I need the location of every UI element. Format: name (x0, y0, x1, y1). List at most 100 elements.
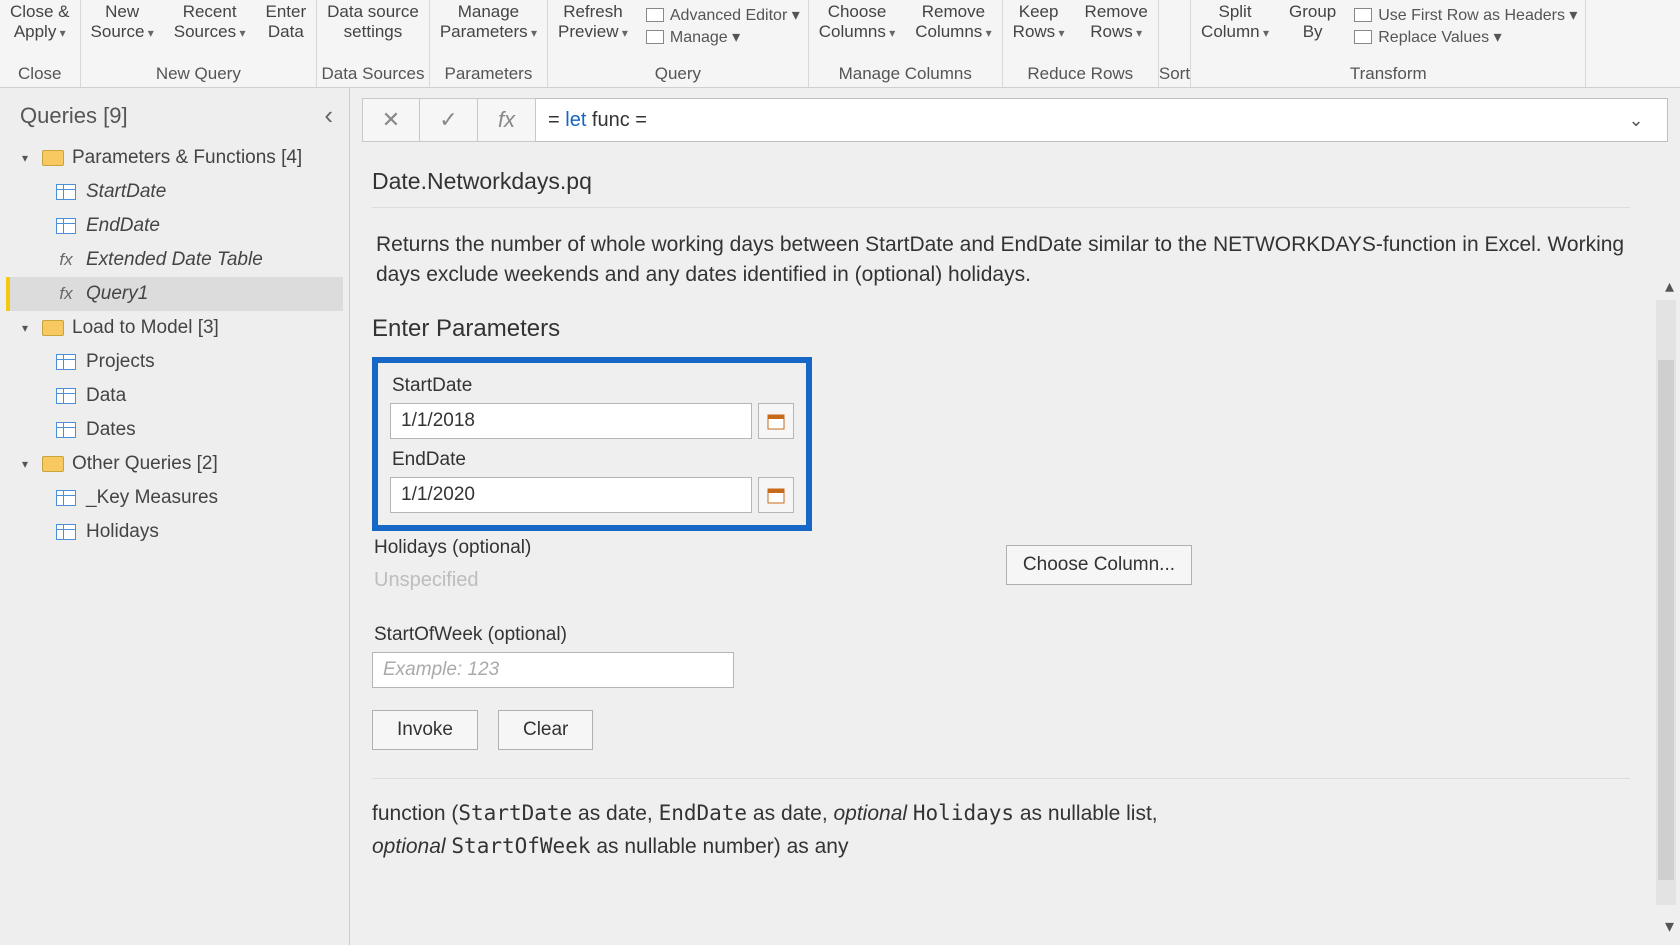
clear-button[interactable]: Clear (498, 710, 593, 750)
queries-panel: Queries [9] ‹ ▾Parameters & Functions [4… (0, 88, 350, 945)
tree-item[interactable]: StartDate (6, 175, 343, 209)
ribbon-group: NewSourceRecentSourcesEnterData New Query (81, 0, 318, 87)
tree-item[interactable]: EndDate (6, 209, 343, 243)
vertical-scrollbar[interactable] (1656, 300, 1676, 905)
startdate-input[interactable] (390, 403, 752, 439)
ribbon-group-label: Reduce Rows (1003, 62, 1158, 87)
startdate-picker-button[interactable] (758, 403, 794, 439)
ribbon: Close &Apply CloseNewSourceRecentSourcesE… (0, 0, 1680, 88)
ribbon-button[interactable]: RefreshPreview (548, 2, 638, 41)
table-icon (56, 354, 76, 370)
ribbon-group-label: Manage Columns (809, 62, 1002, 87)
enter-parameters-heading: Enter Parameters (372, 315, 1630, 343)
tree-item[interactable]: Holidays (6, 515, 343, 549)
tree-item[interactable]: Dates (6, 413, 343, 447)
tree-group[interactable]: ▾Other Queries [2] (6, 447, 343, 481)
ribbon-group-label: Sort (1159, 62, 1190, 87)
ribbon-group: KeepRowsRemoveRows Reduce Rows (1003, 0, 1159, 87)
startofweek-input[interactable] (372, 652, 734, 688)
table-icon (56, 524, 76, 540)
tree-group[interactable]: ▾Parameters & Functions [4] (6, 141, 343, 175)
ribbon-small-button[interactable]: Replace Values ▾ (1354, 26, 1577, 48)
formula-bar: ✕ ✓ fx = let func = ⌄ (350, 88, 1680, 150)
ribbon-group-label: Parameters (430, 62, 547, 87)
ribbon-small-button[interactable]: Use First Row as Headers ▾ (1354, 4, 1577, 26)
ribbon-group: ChooseColumnsRemoveColumns Manage Columns (809, 0, 1003, 87)
folder-icon (42, 320, 64, 336)
holidays-value: Unspecified (372, 565, 531, 596)
ribbon-group: SplitColumnGroupBy Use First Row as Heade… (1191, 0, 1586, 87)
queries-collapse-button[interactable]: ‹ (324, 100, 333, 131)
calendar-icon (766, 411, 786, 431)
choose-column-button[interactable]: Choose Column... (1006, 545, 1192, 585)
content-pane: Date.Networkdays.pq Returns the number o… (350, 150, 1680, 945)
main-area: Queries [9] ‹ ▾Parameters & Functions [4… (0, 88, 1680, 945)
formula-cancel-button[interactable]: ✕ (362, 98, 420, 142)
ribbon-group-label: Query (548, 62, 808, 87)
enddate-input[interactable] (390, 477, 752, 513)
ribbon-group-label: Transform (1191, 62, 1585, 87)
queries-title: Queries [9] (20, 103, 128, 129)
ribbon-group-label: Data Sources (317, 62, 429, 87)
ribbon-group: Close &Apply Close (0, 0, 81, 87)
ribbon-group: Data sourcesettings Data Sources (317, 0, 430, 87)
table-icon (56, 490, 76, 506)
scroll-up-button[interactable]: ▴ (1665, 276, 1674, 297)
function-title: Date.Networkdays.pq (372, 150, 1630, 208)
formula-expand-button[interactable]: ⌄ (1617, 110, 1655, 131)
scrollbar-thumb[interactable] (1658, 360, 1674, 880)
generic-icon (646, 8, 664, 22)
table-icon (56, 184, 76, 200)
ribbon-button[interactable]: RemoveColumns (905, 2, 1001, 41)
folder-icon (42, 150, 64, 166)
date-params-highlight: StartDate EndDate (372, 357, 812, 531)
ribbon-small-button[interactable]: Manage ▾ (646, 26, 800, 48)
formula-fx-button[interactable]: fx (478, 98, 536, 142)
table-icon (56, 388, 76, 404)
queries-tree: ▾Parameters & Functions [4]StartDateEndD… (0, 141, 349, 549)
holidays-label: Holidays (optional) (374, 537, 531, 559)
formula-text: = let func = (548, 109, 647, 132)
tree-item[interactable]: fxExtended Date Table (6, 243, 343, 277)
function-description: Returns the number of whole working days… (372, 208, 1630, 315)
scroll-down-button[interactable]: ▾ (1665, 916, 1674, 937)
tree-item[interactable]: Data (6, 379, 343, 413)
calendar-icon (766, 485, 786, 505)
ribbon-button[interactable]: RemoveRows (1075, 2, 1158, 41)
ribbon-button[interactable]: Close &Apply (0, 2, 80, 41)
generic-icon (646, 30, 664, 44)
enddate-label: EndDate (392, 449, 794, 471)
function-icon: fx (56, 250, 76, 270)
tree-item[interactable]: _Key Measures (6, 481, 343, 515)
ribbon-small-button[interactable]: Advanced Editor ▾ (646, 4, 800, 26)
ribbon-group: ManageParameters Parameters (430, 0, 548, 87)
folder-icon (42, 456, 64, 472)
work-area: ✕ ✓ fx = let func = ⌄ Date.Networkdays.p… (350, 88, 1680, 945)
startofweek-label: StartOfWeek (optional) (374, 624, 1630, 646)
table-icon (56, 218, 76, 234)
tree-item[interactable]: Projects (6, 345, 343, 379)
formula-commit-button[interactable]: ✓ (420, 98, 478, 142)
ribbon-button[interactable]: KeepRows (1003, 2, 1075, 41)
ribbon-group: Sort (1159, 0, 1191, 87)
ribbon-button[interactable]: ManageParameters (430, 2, 547, 41)
ribbon-button[interactable]: GroupBy (1279, 2, 1346, 41)
tree-item[interactable]: fxQuery1 (6, 277, 343, 311)
ribbon-button[interactable]: RecentSources (164, 2, 256, 41)
table-icon (56, 422, 76, 438)
tree-group[interactable]: ▾Load to Model [3] (6, 311, 343, 345)
invoke-button[interactable]: Invoke (372, 710, 478, 750)
startdate-label: StartDate (392, 375, 794, 397)
enddate-picker-button[interactable] (758, 477, 794, 513)
ribbon-button[interactable]: ChooseColumns (809, 2, 905, 41)
ribbon-button[interactable]: SplitColumn (1191, 2, 1279, 41)
function-signature: function (StartDate as date, EndDate as … (372, 778, 1630, 864)
ribbon-button[interactable]: Data sourcesettings (317, 2, 429, 41)
generic-icon (1354, 8, 1372, 22)
generic-icon (1354, 30, 1372, 44)
ribbon-button[interactable]: NewSource (81, 2, 164, 41)
ribbon-group-label: Close (0, 62, 80, 87)
ribbon-button[interactable]: EnterData (256, 2, 317, 41)
formula-input[interactable]: = let func = ⌄ (536, 98, 1668, 142)
ribbon-group-label: New Query (81, 62, 317, 87)
